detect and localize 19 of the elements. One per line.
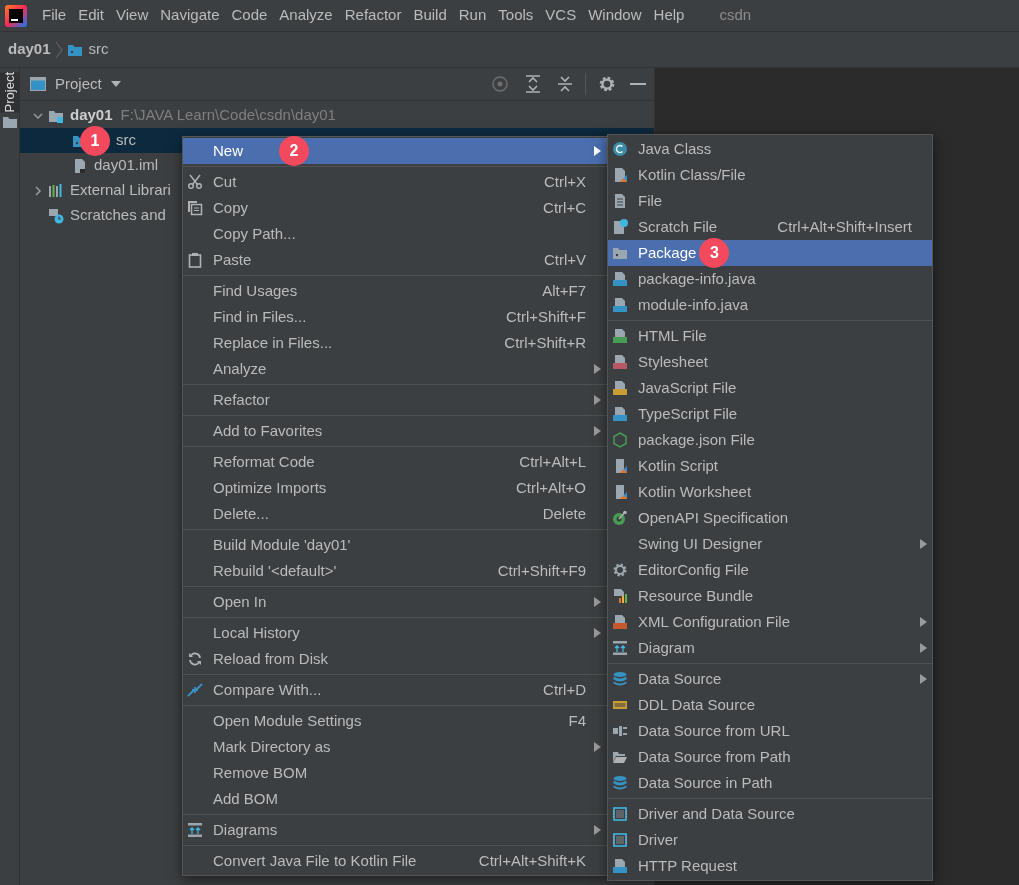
module-path: F:\JAVA Learn\Code\csdn\day01	[120, 105, 336, 126]
shortcut-label: Ctrl+Alt+L	[519, 451, 586, 472]
shortcut-label: Ctrl+Alt+Shift+K	[478, 850, 586, 871]
step-number-badge: 2	[279, 136, 309, 166]
shortcut-label: Ctrl+D	[543, 679, 586, 700]
shortcut-label: Ctrl+Shift+R	[504, 332, 586, 353]
shortcut-label: Ctrl+Alt+O	[515, 477, 586, 498]
shortcut-label: Ctrl+V	[543, 249, 586, 270]
shortcut-label: Ctrl+Alt+Shift+Insert	[777, 216, 912, 237]
shortcut-label: Ctrl+Shift+F	[505, 306, 586, 327]
step-number-badge: 3	[699, 238, 730, 268]
shortcut-label: F4	[568, 710, 586, 731]
step-number-badge: 1	[80, 125, 110, 156]
project-title: csdn	[719, 5, 752, 26]
shortcut-label: Ctrl+Shift+F9	[497, 560, 586, 581]
shortcut-label: Ctrl+C	[543, 197, 586, 218]
shortcut-label: Ctrl+X	[543, 171, 586, 192]
shortcut-label: Delete	[542, 503, 586, 524]
shortcut-label: Alt+F7	[542, 280, 586, 301]
